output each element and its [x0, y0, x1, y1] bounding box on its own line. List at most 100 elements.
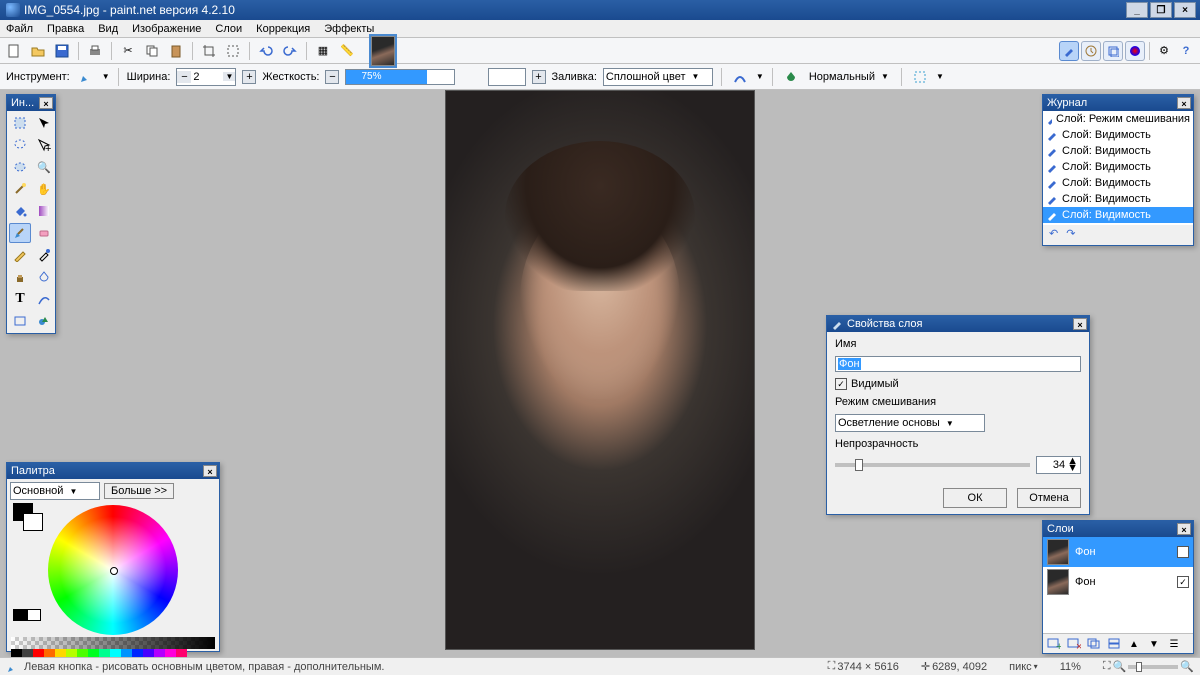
layerprops-opacity-slider[interactable] [835, 463, 1030, 467]
brush-width-input[interactable] [191, 71, 223, 83]
panel-colors-toggle[interactable] [1125, 41, 1145, 61]
fill-tool[interactable] [9, 201, 31, 221]
delete-layer-icon[interactable]: × [1065, 636, 1083, 652]
layerprops-cancel-button[interactable]: Отмена [1017, 488, 1081, 508]
close-button[interactable]: × [1174, 2, 1196, 18]
ruler-icon[interactable]: 📏 [337, 41, 357, 61]
brush-width-plus[interactable]: + [242, 68, 256, 86]
help-icon[interactable]: ? [1176, 41, 1196, 61]
history-item[interactable]: Слой: Видимость [1043, 207, 1193, 223]
rectangle-tool[interactable] [9, 311, 31, 331]
menu-file[interactable]: Файл [6, 23, 33, 35]
history-item[interactable]: Слой: Видимость [1043, 175, 1193, 191]
history-item[interactable]: Слой: Видимость [1043, 159, 1193, 175]
open-icon[interactable] [28, 41, 48, 61]
menu-adjust[interactable]: Коррекция [256, 23, 310, 35]
layers-close-icon[interactable]: × [1177, 523, 1191, 535]
layer-visible-checkbox[interactable]: ✓ [1177, 576, 1189, 588]
history-item[interactable]: Слой: Видимость [1043, 191, 1193, 207]
paintbrush-tool[interactable] [9, 223, 31, 243]
document-thumbnail[interactable] [371, 36, 395, 66]
recolor-tool[interactable] [33, 267, 55, 287]
new-icon[interactable] [4, 41, 24, 61]
pan-tool[interactable]: ✋ [33, 179, 55, 199]
color-mode-combo[interactable]: Основной▼ [10, 482, 100, 500]
layer-item[interactable]: Фон✓ [1043, 567, 1193, 597]
antialias-icon[interactable] [730, 67, 750, 87]
layerprops-ok-button[interactable]: ОК [943, 488, 1007, 508]
layer-item[interactable]: Фон✓ [1043, 537, 1193, 567]
crop-icon[interactable] [199, 41, 219, 61]
copy-icon[interactable] [142, 41, 162, 61]
deselect-icon[interactable] [223, 41, 243, 61]
canvas-image[interactable] [445, 90, 755, 650]
zoom-out-icon[interactable]: 🔍 [1113, 660, 1127, 673]
panel-tools-toggle[interactable] [1059, 41, 1079, 61]
layerprops-blend-combo[interactable]: Осветление основы▼ [835, 414, 985, 432]
add-layer-icon[interactable]: + [1045, 636, 1063, 652]
selection-mode-icon[interactable] [910, 67, 930, 87]
history-item[interactable]: Слой: Видимость [1043, 127, 1193, 143]
swatch-a[interactable] [13, 609, 27, 621]
blend-combo[interactable]: Нормальный▼ [807, 68, 893, 86]
menu-image[interactable]: Изображение [132, 23, 201, 35]
layer-visible-checkbox[interactable]: ✓ [1177, 546, 1189, 558]
duplicate-layer-icon[interactable] [1085, 636, 1103, 652]
color-picker-tool[interactable] [33, 245, 55, 265]
print-icon[interactable] [85, 41, 105, 61]
magic-wand-tool[interactable] [9, 179, 31, 199]
history-item[interactable]: Слой: Режим смешивания [1043, 111, 1193, 127]
swatch-b[interactable] [27, 609, 41, 621]
history-item[interactable]: Слой: Видимость [1043, 143, 1193, 159]
redo-icon[interactable] [280, 41, 300, 61]
layers-list[interactable]: Фон✓Фон✓ [1043, 537, 1193, 633]
undo-history-icon[interactable]: ↶ [1049, 227, 1058, 240]
menu-layers[interactable]: Слои [215, 23, 242, 35]
line-tool[interactable] [33, 289, 55, 309]
alpha-slider[interactable] [11, 637, 215, 649]
more-button[interactable]: Больше >> [104, 483, 174, 499]
ellipse-select-tool[interactable] [9, 157, 31, 177]
history-list[interactable]: Слой: Режим смешиванияСлой: ВидимостьСло… [1043, 111, 1193, 225]
layerprops-visible-checkbox[interactable]: ✓ [835, 378, 847, 390]
gradient-tool[interactable] [33, 201, 55, 221]
brush-width-spinner[interactable]: − ▼ [176, 68, 236, 86]
history-close-icon[interactable]: × [1177, 97, 1191, 109]
redo-history-icon[interactable]: ↷ [1066, 227, 1075, 240]
paste-icon[interactable] [166, 41, 186, 61]
tools-close-icon[interactable]: × [39, 97, 53, 109]
grid-icon[interactable]: ▦ [313, 41, 333, 61]
layerprops-close-icon[interactable]: × [1073, 318, 1087, 330]
menu-edit[interactable]: Правка [47, 23, 84, 35]
shapes-tool[interactable] [33, 311, 55, 331]
menu-effects[interactable]: Эффекты [324, 23, 374, 35]
settings-icon[interactable]: ⚙ [1154, 41, 1174, 61]
zoom-in-icon[interactable]: 🔍 [1180, 660, 1194, 673]
cut-icon[interactable]: ✂ [118, 41, 138, 61]
clone-tool[interactable] [9, 267, 31, 287]
fill-combo[interactable]: Сплошной цвет▼ [603, 68, 713, 86]
hardness-numbox[interactable] [488, 68, 526, 86]
maximize-button[interactable]: ❐ [1150, 2, 1172, 18]
layerprops-name-input[interactable]: Фон [835, 356, 1081, 372]
merge-layer-icon[interactable] [1105, 636, 1123, 652]
layer-up-icon[interactable]: ▲ [1125, 636, 1143, 652]
panel-history-toggle[interactable] [1081, 41, 1101, 61]
current-tool-icon[interactable] [76, 67, 96, 87]
colors-close-icon[interactable]: × [203, 465, 217, 477]
menu-view[interactable]: Вид [98, 23, 118, 35]
undo-icon[interactable] [256, 41, 276, 61]
primary-secondary-swatches[interactable] [13, 503, 33, 539]
fit-icon[interactable]: ⛶ [1103, 660, 1111, 673]
blend-icon[interactable] [781, 67, 801, 87]
lasso-tool[interactable] [9, 135, 31, 155]
eraser-tool[interactable] [33, 223, 55, 243]
hardness-plus[interactable]: + [532, 70, 546, 84]
save-icon[interactable] [52, 41, 72, 61]
minimize-button[interactable]: _ [1126, 2, 1148, 18]
layer-props-icon[interactable]: ☰ [1165, 636, 1183, 652]
move-selection-tool[interactable] [33, 113, 55, 133]
rect-select-tool[interactable] [9, 113, 31, 133]
text-tool[interactable]: T [9, 289, 31, 309]
hardness-minus[interactable]: − [325, 70, 339, 84]
